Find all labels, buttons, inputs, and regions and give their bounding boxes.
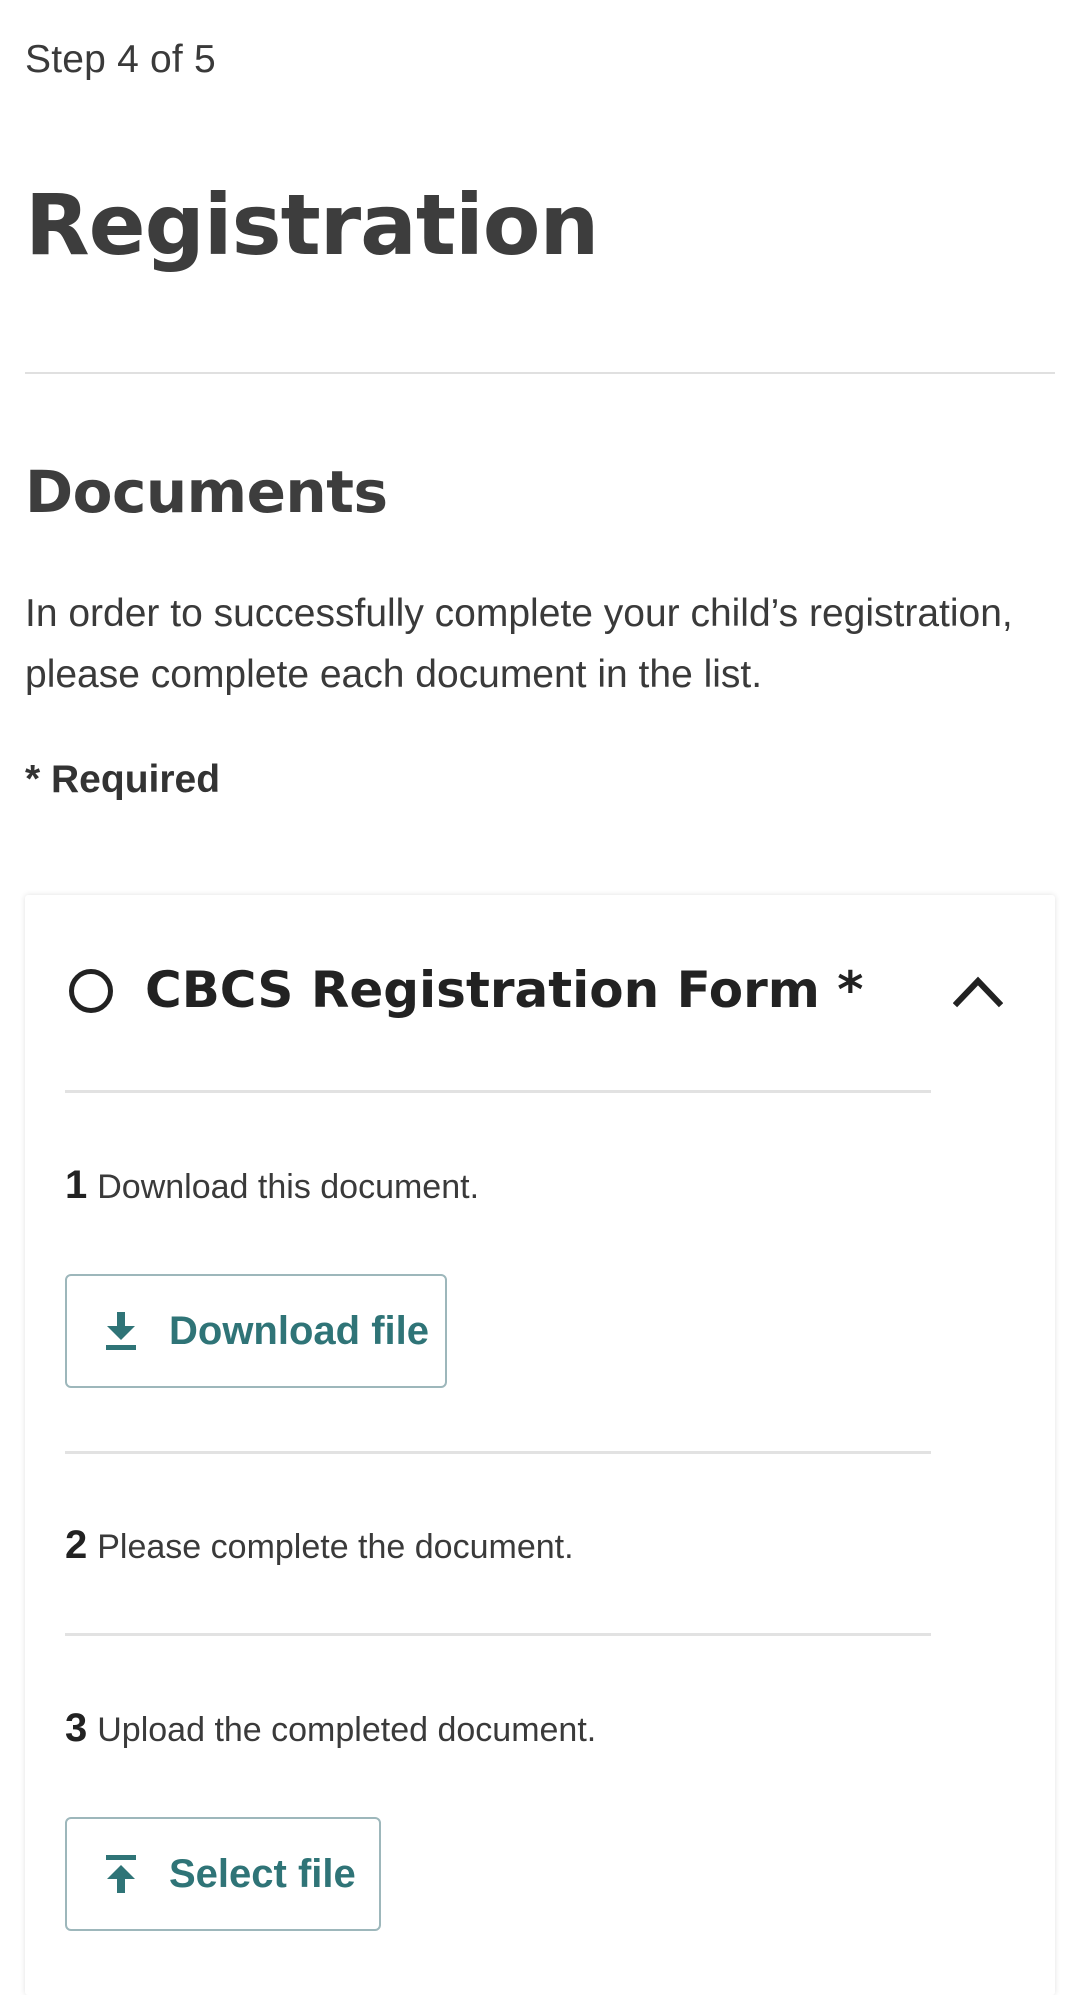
- card-divider: [65, 1633, 931, 1636]
- intro-line-2: please complete each document in the lis…: [25, 653, 763, 696]
- intro-text: In order to successfully complete your c…: [25, 583, 1065, 705]
- document-step-2: 2 Please complete the document.: [65, 1523, 574, 1568]
- step-text: Download this document.: [97, 1168, 480, 1206]
- document-card-header[interactable]: CBCS Registration Form *: [25, 895, 1055, 1085]
- download-icon: [106, 1312, 136, 1350]
- empty-circle-icon: [69, 969, 113, 1013]
- step-text: Please complete the document.: [97, 1528, 574, 1566]
- step-number: 2: [65, 1523, 88, 1567]
- page-title: Registration: [25, 176, 599, 274]
- document-title: CBCS Registration Form *: [145, 961, 864, 1019]
- upload-icon: [106, 1855, 136, 1893]
- download-file-button[interactable]: Download file: [65, 1274, 447, 1388]
- download-file-label: Download file: [169, 1308, 429, 1353]
- intro-line-1: In order to successfully complete your c…: [25, 592, 1013, 635]
- card-divider: [65, 1451, 931, 1454]
- step-text: Upload the completed document.: [97, 1711, 597, 1749]
- select-file-label: Select file: [169, 1851, 356, 1896]
- chevron-up-icon[interactable]: [953, 969, 1003, 1009]
- document-card: CBCS Registration Form * 1 Download this …: [25, 895, 1055, 1995]
- document-step-1: 1 Download this document.: [65, 1163, 479, 1208]
- select-file-button[interactable]: Select file: [65, 1817, 381, 1931]
- section-title: Documents: [25, 458, 388, 526]
- document-step-3: 3 Upload the completed document.: [65, 1706, 596, 1751]
- step-number: 1: [65, 1163, 88, 1207]
- step-number: 3: [65, 1706, 88, 1750]
- step-indicator: Step 4 of 5: [25, 38, 216, 81]
- required-note: * Required: [25, 758, 221, 801]
- card-divider: [65, 1090, 931, 1093]
- title-divider: [25, 372, 1055, 374]
